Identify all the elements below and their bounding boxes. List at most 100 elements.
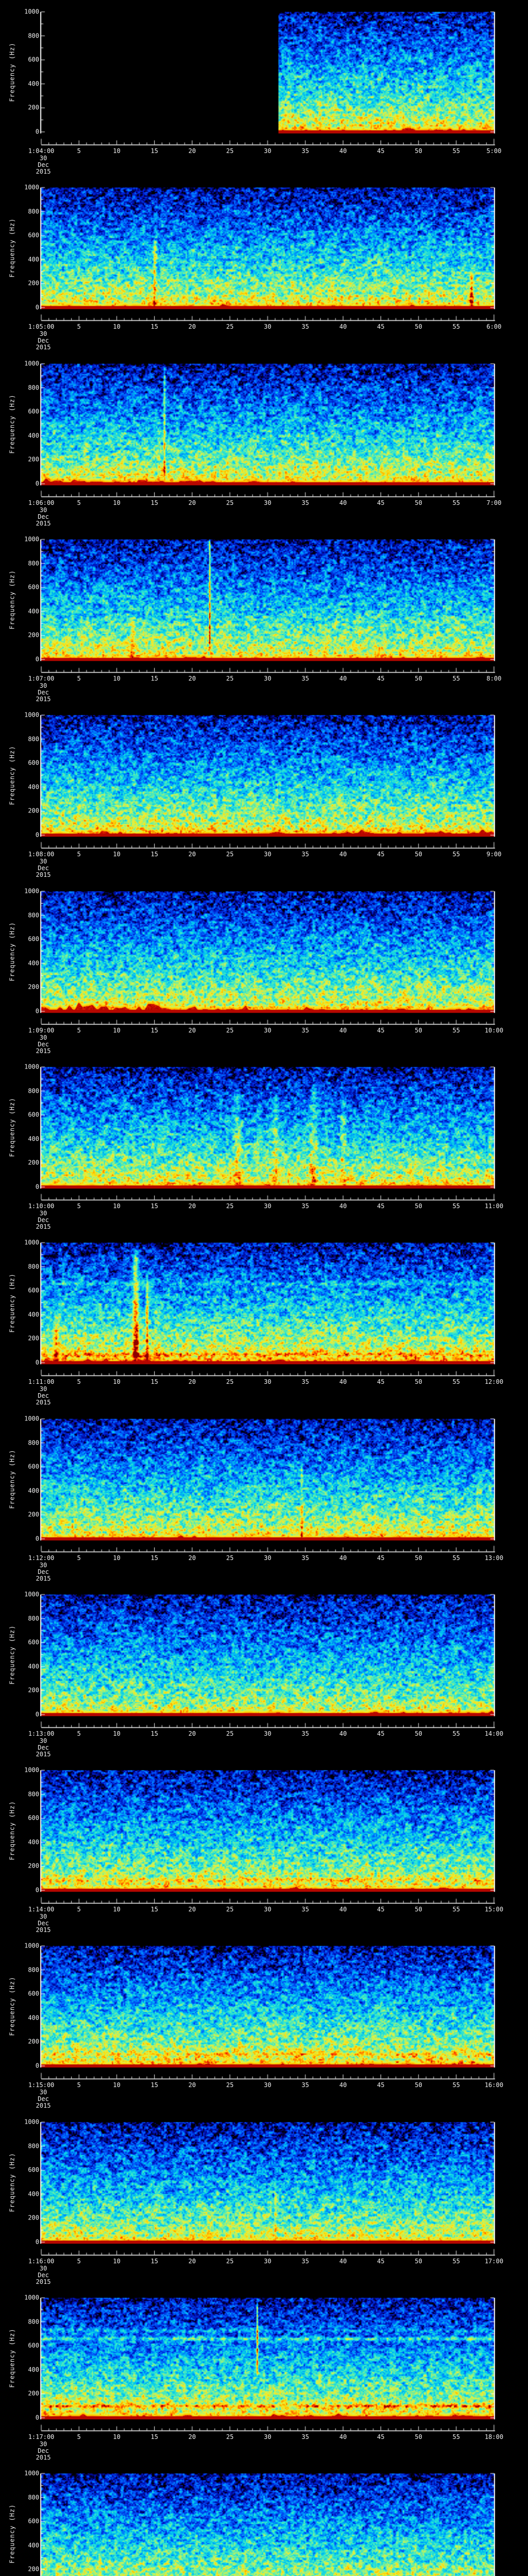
x-end-time-label: 17:00 bbox=[484, 2258, 504, 2265]
x-tick-label: 15 bbox=[151, 851, 158, 858]
y-tick-label: 400 bbox=[28, 2014, 39, 2022]
x-tick-label: 20 bbox=[188, 2258, 196, 2265]
x-tick-label: 50 bbox=[415, 851, 422, 858]
spectrogram-panel: Frequency (Hz) 0 200 400 600 800 1000 1:12:00 5… bbox=[0, 1407, 528, 1583]
x-tick-label: 20 bbox=[188, 1202, 196, 1210]
x-tick-label: 25 bbox=[226, 1378, 234, 1385]
x-tick-label: 15 bbox=[151, 147, 158, 155]
x-end-time-label: 5:00 bbox=[486, 147, 502, 155]
x-end-time-label: 7:00 bbox=[486, 499, 502, 506]
y-tick-label: 400 bbox=[28, 783, 39, 791]
y-tick-label: 400 bbox=[28, 1663, 39, 1670]
x-tick-label: 45 bbox=[377, 1202, 385, 1210]
x-tick-label: 50 bbox=[415, 1730, 422, 1737]
y-tick-label: 800 bbox=[28, 208, 39, 215]
y-axis-title: Frequency (Hz) bbox=[8, 1097, 16, 1157]
y-axis-title: Frequency (Hz) bbox=[8, 217, 16, 278]
y-tick-label: 200 bbox=[28, 2389, 39, 2397]
spectrogram-panel: Frequency (Hz) 020040060080010001:18:005… bbox=[0, 2462, 528, 2576]
x-axis-date-line: 2015 bbox=[36, 871, 51, 878]
y-axis-title: Frequency (Hz) bbox=[8, 2152, 16, 2212]
x-tick-label: 30 bbox=[263, 675, 272, 682]
x-tick-label: 35 bbox=[301, 2433, 309, 2441]
y-axis-title: Frequency (Hz) bbox=[8, 2503, 16, 2564]
y-tick-label: 600 bbox=[28, 1638, 39, 1646]
x-tick-label: 35 bbox=[301, 147, 309, 155]
x-start-time-label: 1:13:00 bbox=[28, 1730, 55, 1737]
y-tick-label: 0 bbox=[35, 1886, 39, 1894]
x-end-time-label: 15:00 bbox=[484, 1906, 504, 1913]
x-tick-label: 35 bbox=[301, 1906, 309, 1913]
y-tick-label: 800 bbox=[28, 1439, 39, 1447]
y-tick-label: 0 bbox=[35, 1183, 39, 1191]
x-start-time-label: 1:15:00 bbox=[28, 2081, 55, 2089]
y-tick-label: 400 bbox=[28, 256, 39, 263]
x-tick-label: 25 bbox=[226, 2433, 234, 2441]
x-tick-label: 50 bbox=[415, 675, 422, 682]
x-start-time-label: 1:14:00 bbox=[28, 1906, 55, 1913]
x-tick-label: 35 bbox=[301, 1554, 309, 1562]
x-end-time-label: 14:00 bbox=[484, 1730, 504, 1737]
x-start-time-label: 1:17:00 bbox=[28, 2433, 55, 2441]
x-tick-label: 45 bbox=[377, 2433, 385, 2441]
y-tick-label: 600 bbox=[28, 1286, 39, 1294]
spectrogram-panel: Frequency (Hz) 0 200 400 600 800 1000 1:15:00 5… bbox=[0, 1934, 528, 2110]
x-start-time-label: 1:05:00 bbox=[28, 323, 55, 330]
x-tick-label: 5 bbox=[77, 1554, 81, 1562]
y-tick-label: 200 bbox=[28, 455, 39, 463]
x-tick-label: 15 bbox=[151, 1027, 158, 1034]
x-tick-label: 50 bbox=[415, 1202, 422, 1210]
x-tick-label: 30 bbox=[263, 2258, 272, 2265]
x-end-time-label: 12:00 bbox=[484, 1378, 504, 1385]
x-tick-label: 55 bbox=[452, 1027, 460, 1034]
y-tick-label: 400 bbox=[28, 1838, 39, 1846]
x-tick-label: 30 bbox=[263, 1906, 272, 1913]
x-tick-label: 25 bbox=[226, 2258, 234, 2265]
x-axis-date-line: 2015 bbox=[36, 344, 51, 351]
y-tick-label: 1000 bbox=[24, 2118, 39, 2126]
y-tick-label: 800 bbox=[28, 735, 39, 743]
x-tick-label: 15 bbox=[151, 2081, 158, 2089]
x-tick-label: 20 bbox=[188, 851, 196, 858]
x-tick-label: 10 bbox=[113, 499, 121, 506]
x-tick-label: 10 bbox=[113, 851, 121, 858]
y-tick-label: 1000 bbox=[24, 1239, 39, 1246]
y-tick-label: 200 bbox=[28, 1334, 39, 1342]
y-tick-label: 800 bbox=[28, 911, 39, 919]
y-tick-label: 1000 bbox=[24, 1942, 39, 1950]
x-tick-label: 50 bbox=[415, 2081, 422, 2089]
x-tick-label: 15 bbox=[151, 499, 158, 506]
y-tick-label: 200 bbox=[28, 983, 39, 991]
x-tick-label: 55 bbox=[452, 1202, 460, 1210]
y-axis-title: Frequency (Hz) bbox=[8, 1449, 16, 1509]
x-tick-label: 5 bbox=[77, 1027, 81, 1034]
y-axis-title: Frequency (Hz) bbox=[8, 2328, 16, 2388]
y-tick-label: 200 bbox=[28, 1862, 39, 1870]
x-tick-label: 55 bbox=[452, 851, 460, 858]
x-tick-label: 25 bbox=[226, 499, 234, 506]
y-axis-title: Frequency (Hz) bbox=[8, 394, 16, 454]
x-tick-label: 5 bbox=[77, 499, 81, 506]
x-tick-label: 55 bbox=[452, 2081, 460, 2089]
x-tick-label: 35 bbox=[301, 1378, 309, 1385]
x-tick-label: 50 bbox=[415, 1378, 422, 1385]
x-tick-label: 15 bbox=[151, 1730, 158, 1737]
y-tick-label: 200 bbox=[28, 2038, 39, 2045]
x-tick-label: 45 bbox=[377, 675, 385, 682]
x-tick-label: 20 bbox=[188, 1906, 196, 1913]
x-tick-label: 45 bbox=[377, 499, 385, 506]
x-tick-label: 10 bbox=[113, 1730, 121, 1737]
x-tick-label: 50 bbox=[415, 2433, 422, 2441]
x-tick-label: 50 bbox=[415, 1554, 422, 1562]
x-tick-label: 40 bbox=[339, 1378, 347, 1385]
y-tick-label: 0 bbox=[35, 128, 39, 135]
x-tick-label: 10 bbox=[113, 323, 121, 330]
x-tick-label: 10 bbox=[113, 1202, 121, 1210]
x-tick-label: 5 bbox=[77, 1378, 81, 1385]
y-tick-label: 600 bbox=[28, 759, 39, 767]
x-tick-label: 50 bbox=[415, 499, 422, 506]
spectrogram-canvas bbox=[0, 2462, 528, 2576]
x-tick-label: 50 bbox=[415, 323, 422, 330]
x-axis-date-line: 2015 bbox=[36, 1575, 51, 1582]
y-tick-label: 800 bbox=[28, 2318, 39, 2326]
